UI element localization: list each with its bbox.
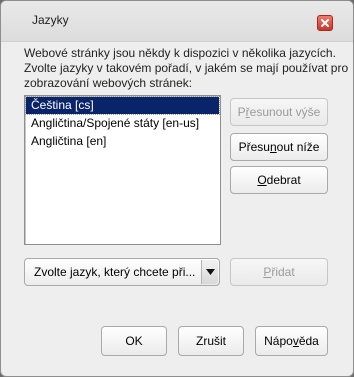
move-up-button[interactable]: Přesunout výše bbox=[230, 98, 328, 126]
move-up-label-pre: P bbox=[237, 105, 246, 119]
move-down-button[interactable]: Přesunout níže bbox=[230, 133, 328, 161]
remove-button[interactable]: Odebrat bbox=[230, 166, 328, 194]
move-up-label-post: esunout výše bbox=[249, 105, 321, 119]
description-line-2: Zvolte jazyky v takovém pořadí, v jakém … bbox=[24, 61, 349, 75]
add-button[interactable]: Přidat bbox=[230, 258, 328, 286]
close-icon bbox=[321, 19, 329, 27]
ok-button[interactable]: OK bbox=[101, 326, 167, 356]
title-bar: Jazyky bbox=[1, 1, 353, 42]
language-select[interactable]: Zvolte jazyk, který chcete při... bbox=[24, 258, 220, 286]
add-label-post: řidat bbox=[271, 265, 295, 279]
move-down-label-key: n bbox=[269, 140, 277, 154]
cancel-button[interactable]: Zrušit bbox=[178, 326, 244, 356]
chevron-down-icon bbox=[205, 269, 215, 275]
move-down-label-post: out níže bbox=[276, 140, 320, 154]
help-button[interactable]: Nápověda bbox=[255, 326, 328, 356]
language-item-cs[interactable]: Čeština [cs] bbox=[25, 96, 220, 115]
languages-dialog: Jazyky Webové stránky jsou někdy k dispo… bbox=[0, 0, 354, 377]
remove-label-key: O bbox=[257, 173, 267, 187]
description-text: Webové stránky jsou někdy k dispozici v … bbox=[24, 46, 349, 91]
dialog-title: Jazyky bbox=[32, 13, 69, 27]
close-button[interactable] bbox=[317, 15, 333, 31]
dropdown-arrow-button[interactable] bbox=[201, 260, 218, 284]
description-line-3: zobrazování webových stránek: bbox=[24, 76, 193, 90]
language-list[interactable]: Čeština [cs] Angličtina/Spojené státy [e… bbox=[24, 95, 221, 245]
language-item-en-us[interactable]: Angličtina/Spojené státy [en-us] bbox=[26, 115, 219, 132]
help-label-pre: Nápo bbox=[264, 334, 293, 348]
move-down-label-pre: Přesu bbox=[238, 140, 270, 154]
remove-label-post: debrat bbox=[266, 173, 301, 187]
language-select-value: Zvolte jazyk, který chcete při... bbox=[34, 265, 196, 279]
help-label-post: ěda bbox=[298, 334, 319, 348]
language-item-en[interactable]: Angličtina [en] bbox=[26, 133, 219, 150]
description-line-1: Webové stránky jsou někdy k dispozici v … bbox=[24, 46, 336, 60]
